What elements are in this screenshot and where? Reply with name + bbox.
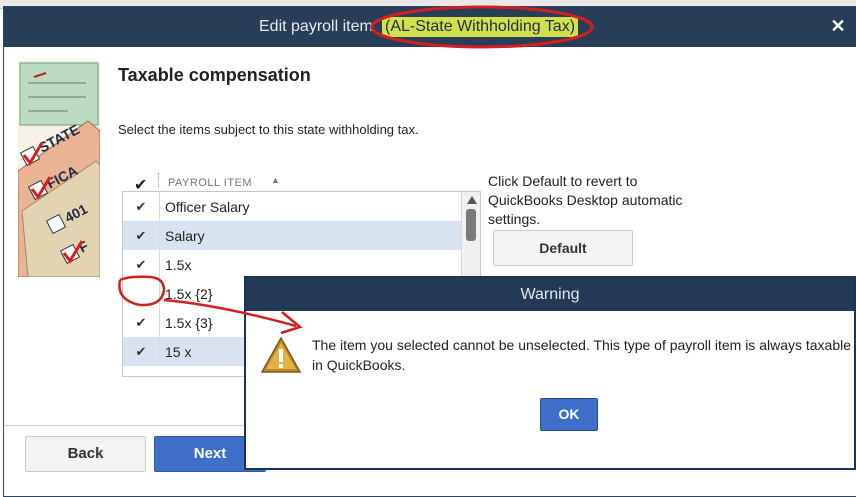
page-heading: Taxable compensation <box>118 65 311 85</box>
window-title-item-name: (AL-State Withholding Tax) <box>382 17 579 37</box>
row-label: Officer Salary <box>165 199 250 215</box>
row-label: 15 x <box>165 344 192 360</box>
warning-message: The item you selected cannot be unselect… <box>312 337 852 373</box>
scrollbar-thumb[interactable] <box>466 209 476 241</box>
back-button[interactable]: Back <box>25 436 146 472</box>
sort-ascending-icon[interactable]: ▲ <box>271 175 280 185</box>
table-row[interactable]: ✔ Officer Salary <box>123 192 461 221</box>
row-checkmark[interactable]: ✔ <box>123 221 160 250</box>
warning-triangle-icon <box>260 336 302 373</box>
row-label: Salary <box>165 228 205 244</box>
default-button[interactable]: Default <box>493 230 633 266</box>
table-row[interactable]: ✔ 1.5x <box>123 250 461 279</box>
row-checkmark[interactable]: ✔ <box>123 337 160 366</box>
row-checkmark[interactable] <box>123 279 160 308</box>
row-label: 1.5x {2} <box>165 286 213 302</box>
window-title: Edit payroll item <box>259 18 373 35</box>
warning-title: Warning <box>246 278 854 311</box>
row-checkmark[interactable]: ✔ <box>123 250 160 279</box>
row-label: 1.5x <box>165 257 192 273</box>
instruction-text: Select the items subject to this state w… <box>118 122 419 137</box>
title-bar: Edit payroll item (AL-State Withholding … <box>4 7 856 47</box>
close-icon[interactable]: ✕ <box>827 15 849 37</box>
ok-button[interactable]: OK <box>540 398 598 431</box>
row-checkmark[interactable]: ✔ <box>123 192 160 221</box>
row-checkmark[interactable]: ✔ <box>123 308 160 337</box>
table-row[interactable]: ✔ Salary <box>123 221 461 250</box>
default-instruction: Click Default to revert to QuickBooks De… <box>488 173 683 227</box>
row-label: 1.5x {3} <box>165 315 213 331</box>
tax-forms-illustration: STATE FICA 401 F <box>18 61 100 277</box>
payroll-item-column-header[interactable]: PAYROLL ITEM <box>168 177 252 189</box>
scroll-up-arrow-icon[interactable] <box>467 196 477 204</box>
column-separator <box>158 173 161 187</box>
warning-dialog: Warning The item you selected cannot be … <box>244 276 856 470</box>
